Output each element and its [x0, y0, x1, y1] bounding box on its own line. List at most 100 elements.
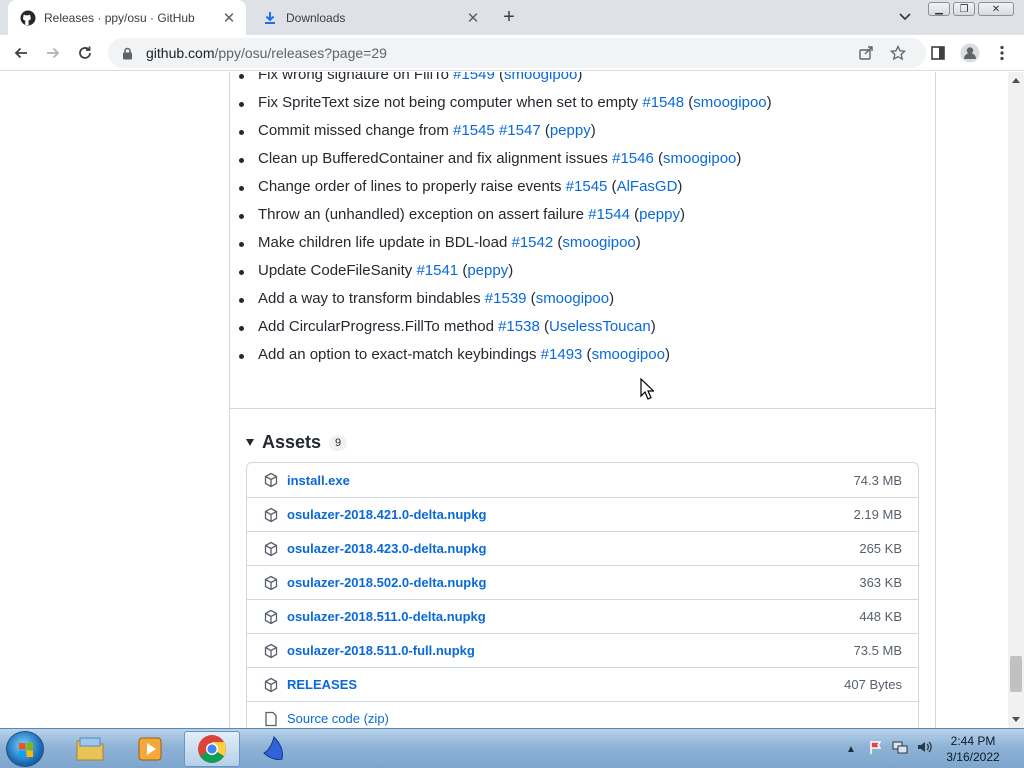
note-text: Fix wrong signature on FillTo — [258, 72, 454, 83]
system-clock[interactable]: 2:44 PM 3/16/2022 — [928, 733, 1018, 765]
list-item: Make children life update in BDL-load #1… — [239, 234, 641, 251]
author-link[interactable]: peppy — [550, 122, 591, 139]
pr-link[interactable]: #1546 — [612, 150, 654, 167]
list-item: Clean up BufferedContainer and fix align… — [238, 150, 742, 167]
pr-link[interactable]: #1544 — [588, 206, 630, 223]
pr-link[interactable]: #1542 — [511, 234, 553, 251]
chevron-up-icon[interactable]: ▲ — [846, 744, 856, 755]
tab-strip: Releases · ppy/osu · GitHub ✕ Downloads … — [0, 0, 1024, 35]
package-icon — [263, 472, 279, 488]
clock-date: 3/16/2022 — [946, 750, 1000, 764]
page-scrollbar[interactable] — [1008, 72, 1024, 728]
taskbar-explorer[interactable] — [62, 731, 118, 767]
folder-icon — [76, 737, 104, 761]
author-link[interactable]: UselessToucan — [549, 318, 651, 335]
assets-toggle[interactable]: Assets 9 — [246, 432, 348, 453]
page-viewport: Fix wrong signature on FillTo #1549 (smo… — [0, 72, 1008, 728]
maximize-button[interactable]: ❐ — [953, 2, 975, 16]
author-link[interactable]: AlFasGD — [617, 178, 678, 195]
reload-button[interactable] — [72, 40, 98, 66]
asset-link[interactable]: osulazer-2018.421.0-delta.nupkg — [287, 507, 854, 522]
author-link[interactable]: smoogipoo — [663, 150, 736, 167]
package-icon — [263, 677, 279, 693]
close-tab-icon[interactable]: ✕ — [220, 9, 238, 27]
author-link[interactable]: smoogipoo — [693, 94, 766, 111]
start-button[interactable] — [6, 731, 44, 767]
note-text: Add a way to transform bindables — [258, 290, 485, 307]
package-icon — [263, 541, 279, 557]
back-button[interactable] — [8, 40, 34, 66]
bookmark-star-icon[interactable] — [888, 43, 908, 63]
pr-link[interactable]: #1493 — [541, 346, 583, 363]
asset-link[interactable]: Source code (zip) — [287, 711, 902, 726]
asset-link[interactable]: osulazer-2018.502.0-delta.nupkg — [287, 575, 859, 590]
side-panel-icon[interactable] — [928, 43, 948, 63]
author-link[interactable]: smoogipoo — [562, 234, 635, 251]
author-link[interactable]: smoogipoo — [592, 346, 665, 363]
assets-heading: Assets — [262, 432, 322, 452]
author-link[interactable]: smoogipoo — [504, 72, 577, 83]
system-tray: ▲ — [846, 729, 932, 768]
note-text: Change order of lines to properly raise … — [258, 178, 566, 195]
pr-link[interactable]: #1538 — [498, 318, 540, 335]
scroll-up-arrow-icon[interactable] — [1012, 78, 1020, 83]
asset-link[interactable]: osulazer-2018.423.0-delta.nupkg — [287, 541, 859, 556]
browser-toolbar: github.com/ppy/osu/releases?page=29 — [0, 35, 1024, 71]
note-text: Add CircularProgress.FillTo method — [258, 318, 499, 335]
asset-link[interactable]: install.exe — [287, 473, 854, 488]
file-zip-icon — [263, 711, 279, 727]
author-link[interactable]: smoogipoo — [536, 290, 609, 307]
url-path: /ppy/osu/releases?page=29 — [214, 45, 387, 61]
pr-link[interactable]: #1548 — [642, 94, 684, 111]
author-link[interactable]: peppy — [467, 262, 508, 279]
list-item: Add a way to transform bindables #1539 (… — [238, 290, 615, 307]
author-link[interactable]: peppy — [639, 206, 680, 223]
forward-button[interactable] — [40, 40, 66, 66]
asset-link[interactable]: RELEASES — [287, 677, 844, 692]
pr-link[interactable]: #1545 — [453, 122, 495, 139]
pr-link[interactable]: #1539 — [485, 290, 527, 307]
network-icon[interactable] — [892, 739, 908, 760]
minimize-button[interactable]: ▁ — [928, 2, 950, 16]
taskbar-app[interactable] — [246, 731, 302, 767]
asset-size: 74.3 MB — [853, 472, 902, 488]
download-icon — [262, 10, 278, 26]
tab-releases[interactable]: Releases · ppy/osu · GitHub ✕ — [8, 0, 246, 35]
asset-row: RELEASES 407 Bytes — [247, 667, 918, 701]
pr-link[interactable]: #1545 — [566, 178, 608, 195]
asset-row: install.exe 74.3 MB — [247, 463, 918, 497]
asset-size: 363 KB — [859, 575, 902, 590]
taskbar-chrome[interactable] — [184, 731, 240, 767]
new-tab-button[interactable]: + — [498, 6, 520, 28]
address-bar[interactable]: github.com/ppy/osu/releases?page=29 — [108, 38, 926, 68]
taskbar: ▲ 2:44 PM 3/16/2022 — [0, 728, 1024, 768]
pr-link[interactable]: #1547 — [499, 122, 541, 139]
asset-row: osulazer-2018.423.0-delta.nupkg 265 KB — [247, 531, 918, 565]
asset-size: 2.19 MB — [853, 507, 902, 522]
scroll-thumb[interactable] — [1010, 656, 1022, 692]
asset-size: 73.5 MB — [853, 643, 902, 658]
asset-size: 407 Bytes — [844, 677, 902, 692]
forward-arrow-icon — [47, 47, 60, 59]
asset-link[interactable]: osulazer-2018.511.0-delta.nupkg — [287, 609, 859, 624]
tab-downloads[interactable]: Downloads ✕ — [250, 0, 490, 35]
action-center-flag-icon[interactable] — [868, 739, 884, 760]
release-card: Fix wrong signature on FillTo #1549 (smo… — [229, 72, 936, 728]
triangle-down-icon — [246, 439, 254, 446]
share-icon[interactable] — [856, 43, 876, 63]
url-text: github.com/ppy/osu/releases?page=29 — [146, 45, 387, 61]
profile-avatar-icon[interactable] — [960, 43, 980, 63]
pr-link[interactable]: #1541 — [416, 262, 458, 279]
package-icon — [263, 575, 279, 591]
scroll-down-arrow-icon[interactable] — [1012, 717, 1020, 722]
taskbar-media-player[interactable] — [122, 731, 178, 767]
list-item: Commit missed change from #1545 #1547 (p… — [239, 122, 596, 139]
assets-count-badge: 9 — [329, 434, 348, 451]
close-tab-icon[interactable]: ✕ — [464, 9, 482, 27]
asset-link[interactable]: osulazer-2018.511.0-full.nupkg — [287, 643, 854, 658]
close-window-button[interactable]: ✕ — [978, 2, 1014, 16]
package-icon — [263, 609, 279, 625]
kebab-menu-icon[interactable] — [992, 43, 1012, 63]
pr-link[interactable]: #1549 — [453, 72, 495, 83]
chevron-down-icon[interactable] — [896, 8, 914, 26]
